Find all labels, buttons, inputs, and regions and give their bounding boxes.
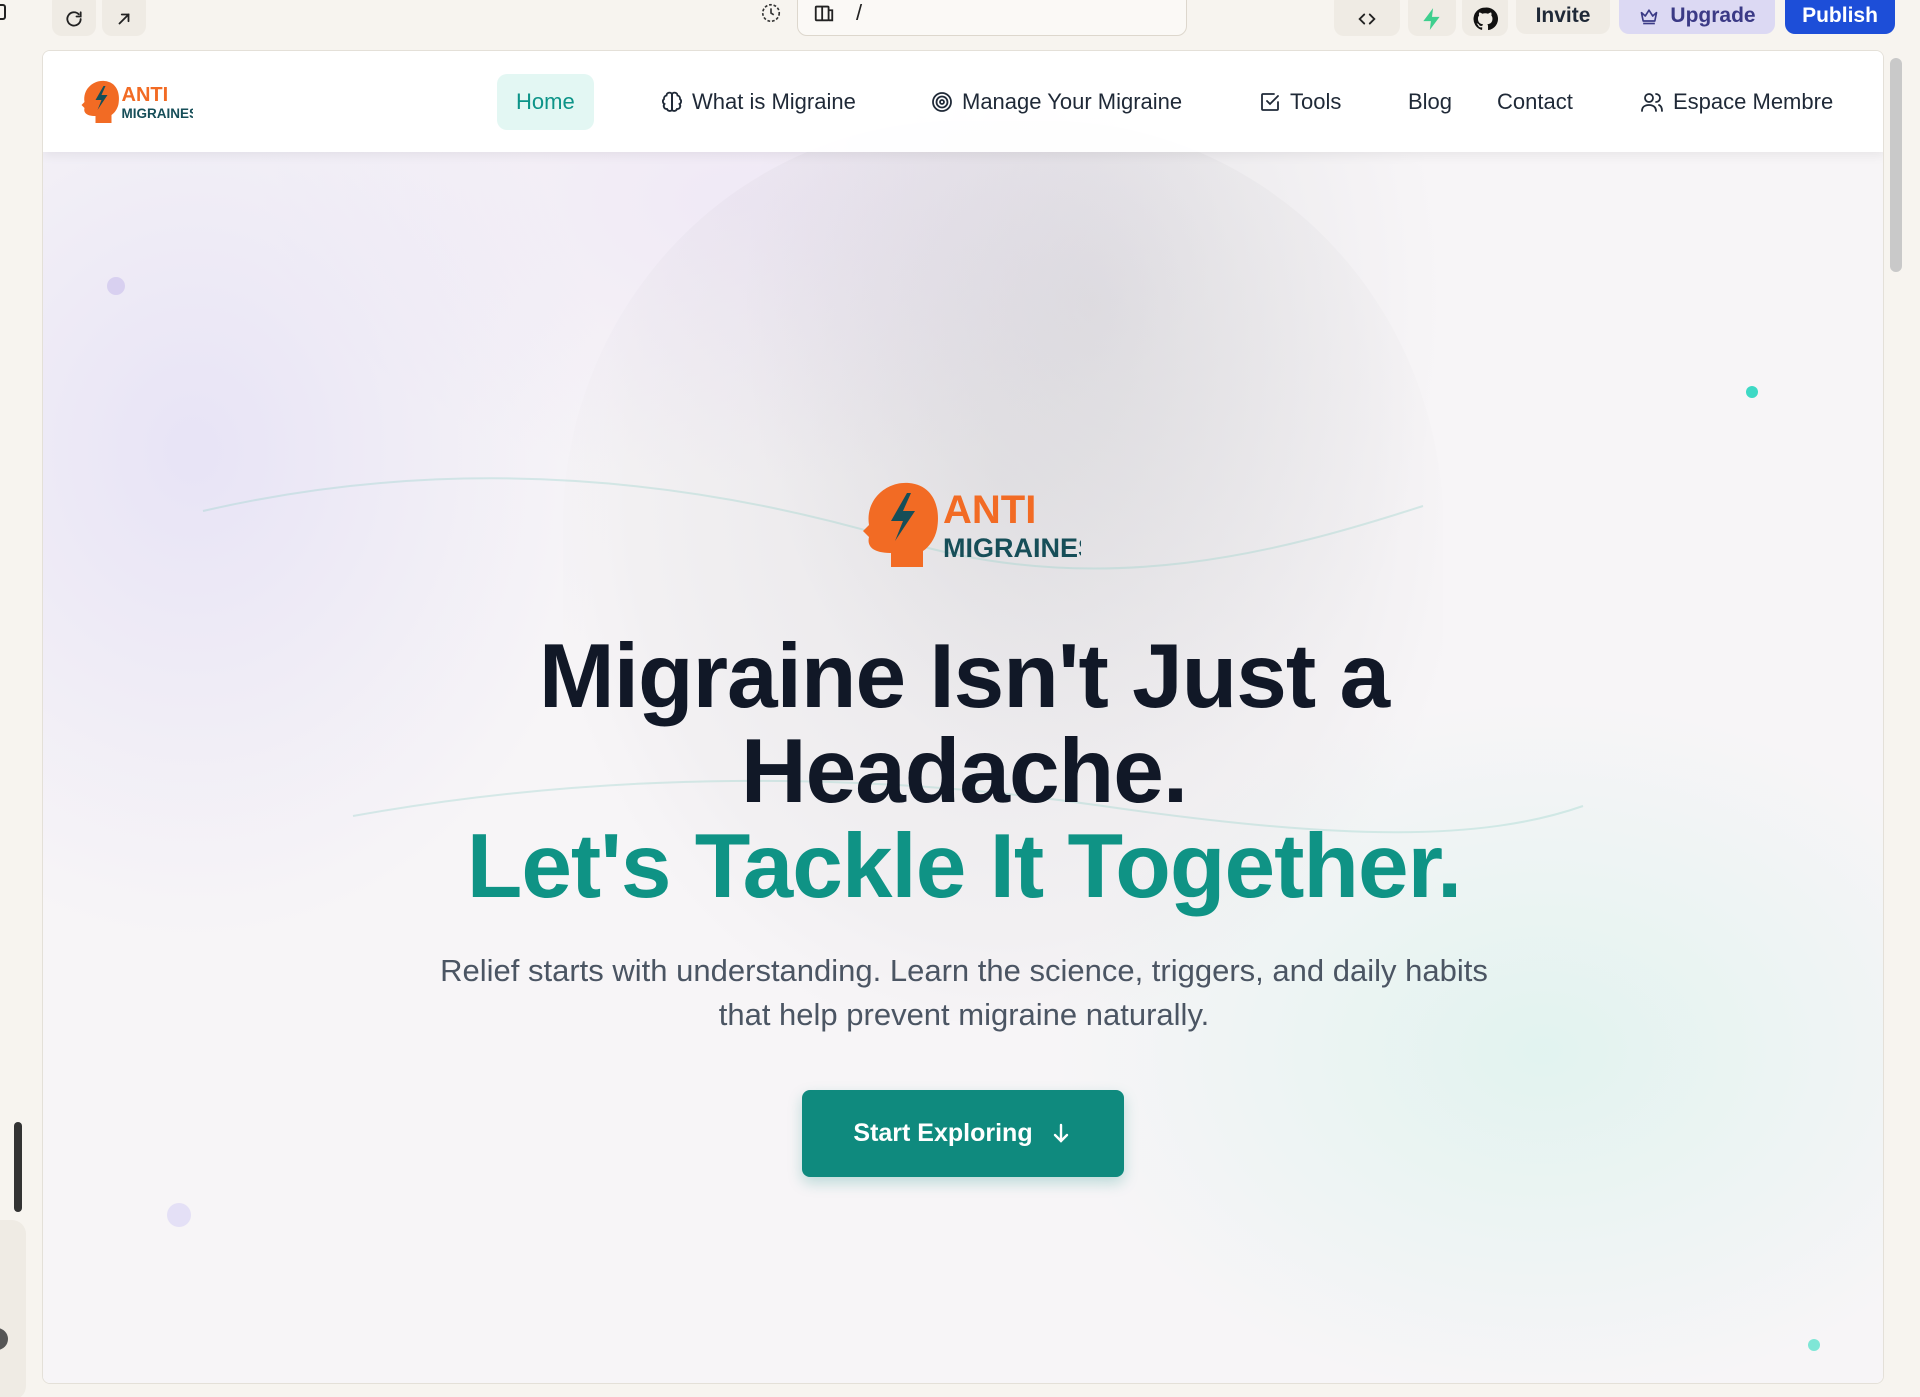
left-scrollbar[interactable]: [14, 1122, 22, 1212]
svg-text:ANTI: ANTI: [122, 84, 169, 106]
headline-accent: Let's Tackle It Together.: [466, 816, 1463, 917]
invite-button[interactable]: Invite: [1516, 0, 1610, 34]
nav-item-tools[interactable]: Tools: [1239, 74, 1360, 130]
nav-item-label: Manage Your Migraine: [962, 89, 1183, 114]
head-silhouette-icon: [81, 80, 119, 123]
hero-subtitle: Relief starts with understanding. Learn …: [440, 953, 1488, 1032]
nav-item-label: Blog: [1408, 89, 1453, 114]
brain-icon: [662, 91, 682, 112]
nav-item-blog[interactable]: Blog: [1389, 74, 1471, 130]
arrow-down-icon: [1053, 1123, 1068, 1143]
decorative-dot: [1808, 1339, 1820, 1351]
headline-line-2: Headache.: [740, 721, 1188, 822]
start-exploring-button[interactable]: Start Exploring: [802, 1090, 1124, 1177]
nav-item-label: Home: [516, 89, 575, 114]
bolt-icon: [1423, 8, 1440, 30]
crown-icon: [1641, 9, 1658, 25]
site-preview: ANTI MIGRAINES Migraine Isn't Just a Hea…: [42, 50, 1884, 1384]
nav-item-home[interactable]: Home: [497, 74, 594, 130]
panel-toggle-icon[interactable]: [0, 4, 6, 20]
url-path[interactable]: /: [856, 0, 862, 26]
nav-item-manage-your-migraine[interactable]: Manage Your Migraine: [911, 74, 1201, 130]
head-silhouette-icon: [863, 482, 938, 567]
upgrade-button[interactable]: Upgrade: [1619, 0, 1775, 34]
svg-text:MIGRAINES: MIGRAINES: [122, 106, 194, 121]
refresh-button[interactable]: [52, 0, 96, 36]
code-view-button[interactable]: [1334, 0, 1400, 36]
target-icon: [932, 92, 952, 112]
decorative-dot: [107, 277, 125, 295]
code-icon: [1358, 13, 1376, 25]
cta-label: Start Exploring: [853, 1119, 1033, 1147]
nav-logo[interactable]: ANTI MIGRAINES: [73, 77, 198, 127]
hero-logo: ANTI MIGRAINES: [851, 475, 1096, 575]
hero-headline: Migraine Isn't Just a Headache. Let's Ta…: [43, 626, 1883, 917]
history-icon[interactable]: [760, 2, 782, 24]
svg-text:MIGRAINES: MIGRAINES: [943, 533, 1081, 563]
decorative-dot: [1746, 386, 1758, 398]
svg-text:ANTI: ANTI: [943, 488, 1036, 532]
hero-section: ANTI MIGRAINES Migraine Isn't Just a Hea…: [43, 51, 1883, 1383]
decorative-dot: [167, 1203, 191, 1227]
nav-item-contact[interactable]: Contact: [1478, 74, 1592, 130]
nav-item-label: Contact: [1497, 89, 1573, 114]
checkbox-icon: [1261, 93, 1279, 111]
arrow-up-right-icon: [118, 13, 130, 25]
open-external-button[interactable]: [102, 0, 146, 36]
nav-item-label: What is Migraine: [692, 89, 856, 114]
supabase-button[interactable]: [1408, 0, 1456, 36]
nav-item-label: Espace Membre: [1673, 89, 1834, 114]
site-navbar: ANTI MIGRAINES Home What is Migraine Man…: [43, 51, 1883, 152]
builder-toolbar: / Invite Upgrade Publish: [0, 0, 1920, 40]
nav-item-what-is-migraine[interactable]: What is Migraine: [641, 74, 875, 130]
nav-item-espace-membre[interactable]: Espace Membre: [1620, 74, 1852, 130]
refresh-icon: [66, 11, 82, 27]
users-icon: [1641, 93, 1663, 112]
github-button[interactable]: [1462, 0, 1508, 36]
nav-item-label: Tools: [1290, 89, 1342, 114]
page-scrollbar-thumb[interactable]: [1890, 58, 1902, 272]
chat-panel-edge: [0, 1220, 26, 1397]
upgrade-label: Upgrade: [1670, 4, 1756, 27]
github-icon: [1473, 7, 1498, 31]
pages-icon[interactable]: [812, 2, 836, 24]
headline-line-1: Migraine Isn't Just a: [538, 626, 1390, 727]
publish-button[interactable]: Publish: [1785, 0, 1895, 34]
